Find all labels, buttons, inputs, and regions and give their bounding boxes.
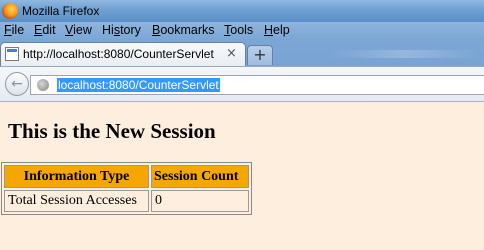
column-header-information-type: Information Type	[4, 165, 149, 188]
window-title: Mozilla Firefox	[22, 4, 100, 18]
tab-counter-servlet[interactable]: http://localhost:8080/CounterServlet ×	[0, 42, 246, 66]
close-tab-icon[interactable]: ×	[226, 46, 237, 61]
tab-title: http://localhost:8080/CounterServlet	[23, 47, 214, 61]
url-bar[interactable]: localhost:8080/CounterServlet	[30, 75, 484, 95]
menu-bar: File Edit View History Bookmarks Tools H…	[0, 22, 484, 40]
table-header-row: Information Type Session Count	[4, 165, 249, 188]
globe-icon	[37, 79, 49, 91]
url-text[interactable]: localhost:8080/CounterServlet	[57, 78, 220, 92]
back-button[interactable]: ←	[5, 72, 29, 96]
page-heading: This is the New Session	[8, 119, 216, 143]
table-cell-session-count: 0	[151, 190, 249, 212]
tab-strip: http://localhost:8080/CounterServlet × +	[0, 40, 484, 66]
menu-file[interactable]: File	[4, 23, 24, 37]
titlebar-glass-reflection	[330, 50, 480, 58]
menu-view[interactable]: View	[65, 23, 92, 37]
page-content: This is the New Session Information Type…	[0, 102, 484, 250]
page-icon	[5, 47, 19, 61]
menu-edit[interactable]: Edit	[34, 23, 56, 37]
navigation-bar: localhost:8080/CounterServlet ←	[0, 66, 484, 102]
new-tab-button[interactable]: +	[247, 45, 273, 65]
firefox-icon	[2, 3, 18, 19]
menu-tools[interactable]: Tools	[224, 23, 253, 37]
table-row: Total Session Accesses 0	[4, 190, 249, 212]
table-cell-information-type: Total Session Accesses	[4, 190, 149, 212]
title-bar: Mozilla Firefox	[0, 0, 484, 22]
column-header-session-count: Session Count	[151, 165, 249, 188]
session-info-table: Information Type Session Count Total Ses…	[1, 162, 252, 215]
menu-history[interactable]: History	[102, 23, 141, 37]
menu-bookmarks[interactable]: Bookmarks	[152, 23, 215, 37]
menu-help[interactable]: Help	[264, 23, 290, 37]
browser-window: Mozilla Firefox File Edit View History B…	[0, 0, 484, 250]
